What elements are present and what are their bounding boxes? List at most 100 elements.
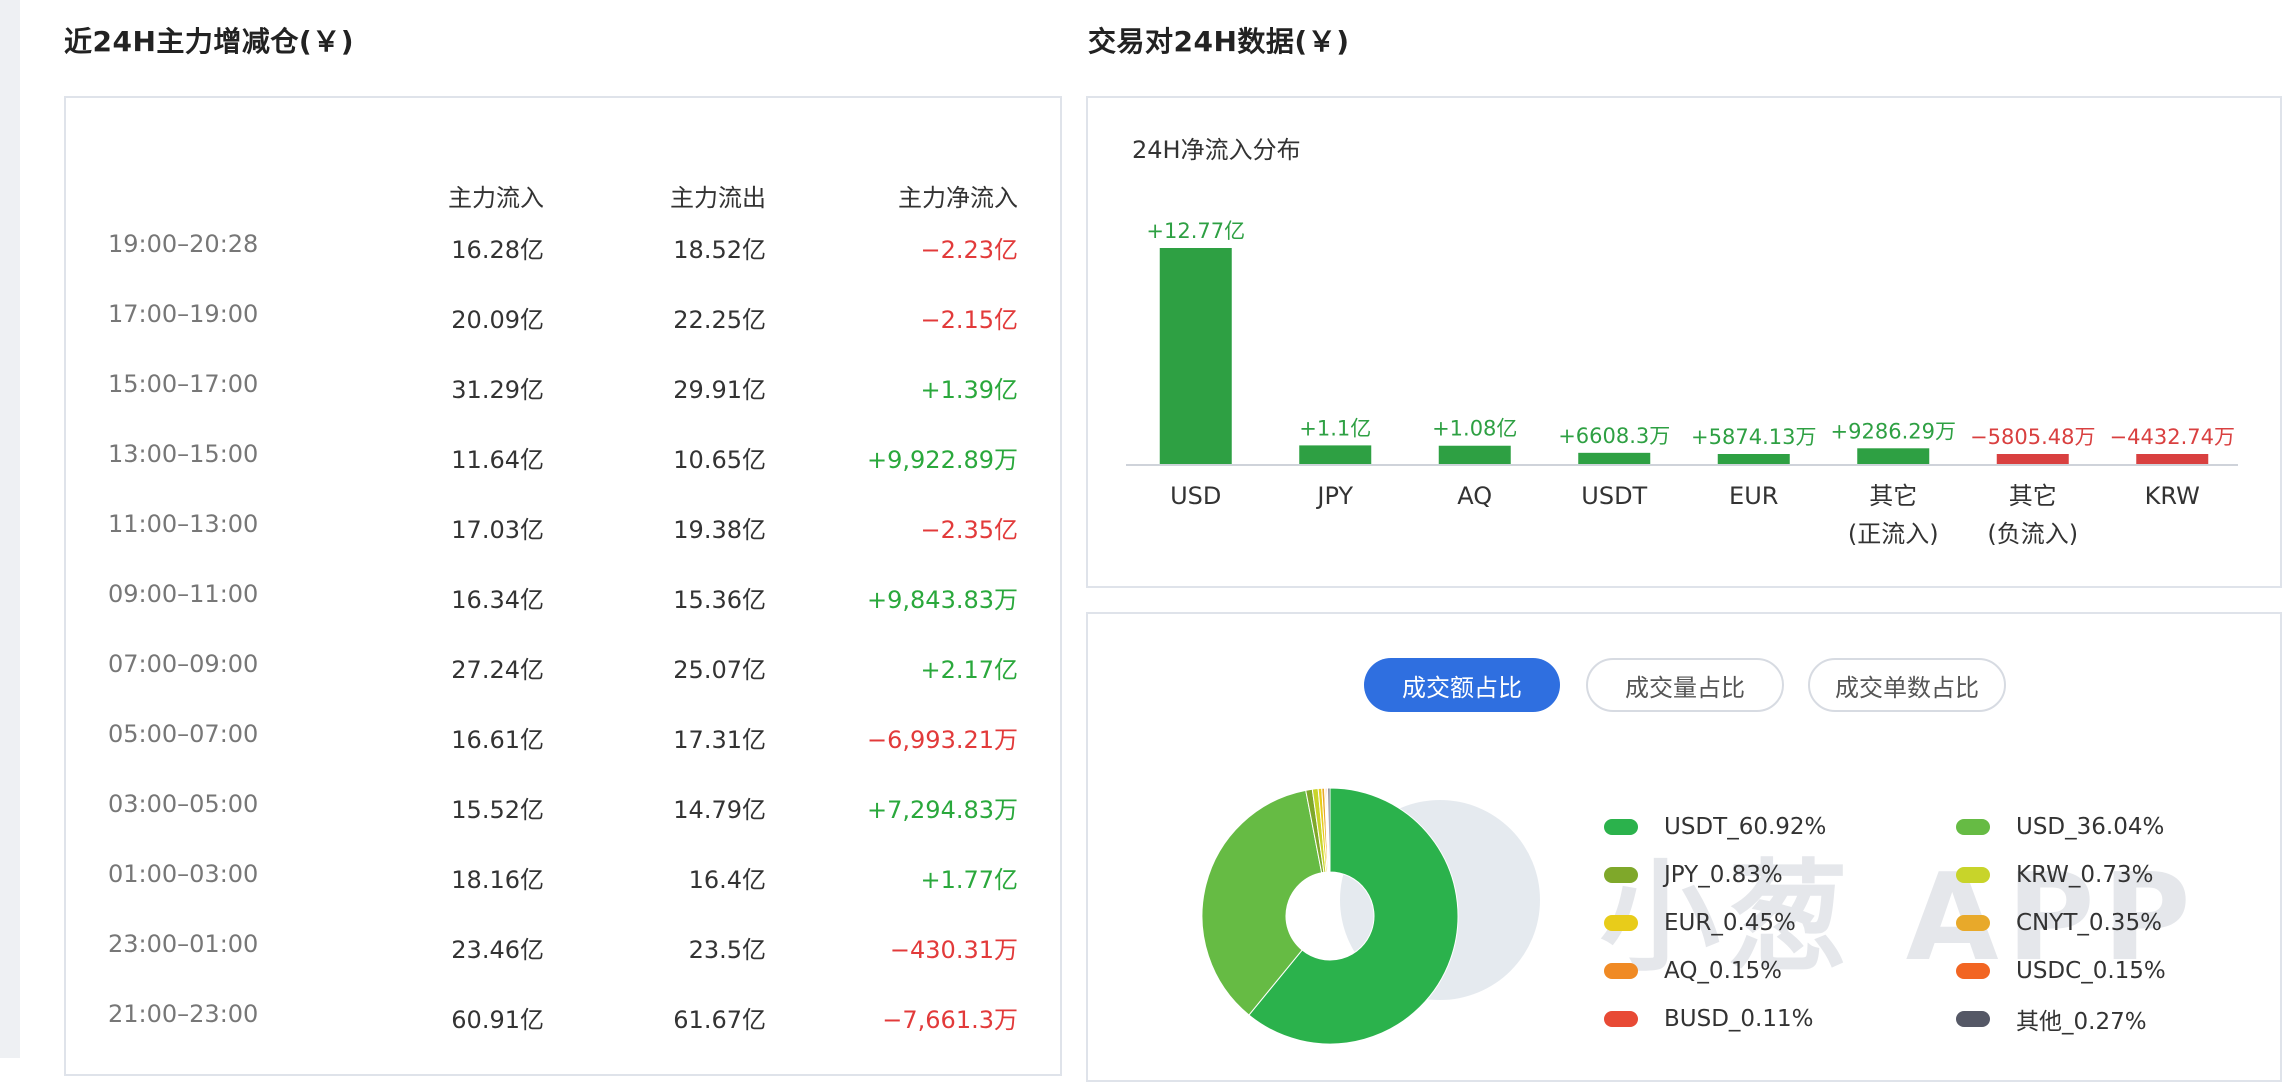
bar-3 <box>1578 452 1651 464</box>
time-range-cell: 01:00–03:00 <box>108 860 259 888</box>
table-row: 21:00–23:00 60.91亿 61.67亿 −7,661.3万 <box>64 1000 1062 1040</box>
bar-6 <box>1996 454 2069 464</box>
outflow-cell: 61.67亿 <box>673 1006 766 1034</box>
net-inflow-cell: −2.15亿 <box>920 306 1018 334</box>
bar-value-label: +5874.13万 <box>1691 425 1816 449</box>
legend-item[interactable]: KRW_0.73% <box>1956 860 2153 890</box>
legend-label: EUR_0.45% <box>1664 910 1796 936</box>
bar-value-label: +12.77亿 <box>1146 219 1245 243</box>
header-outflow: 主力流出 <box>670 184 766 212</box>
table-row: 05:00–07:00 16.61亿 17.31亿 −6,993.21万 <box>64 720 1062 760</box>
category-label: USD <box>1170 482 1221 510</box>
bar-2 <box>1438 445 1511 464</box>
table-row: 19:00–20:28 16.28亿 18.52亿 −2.23亿 <box>64 230 1062 270</box>
table-header: 主力流入 主力流出 主力净流入 <box>64 178 1062 218</box>
legend-swatch <box>1956 867 1990 883</box>
legend-item[interactable]: USDT_60.92% <box>1604 812 1826 842</box>
table-row: 09:00–11:00 16.34亿 15.36亿 +9,843.83万 <box>64 580 1062 620</box>
outflow-cell: 15.36亿 <box>673 586 766 614</box>
time-range-cell: 23:00–01:00 <box>108 930 259 958</box>
legend-item[interactable]: BUSD_0.11% <box>1604 1004 1814 1034</box>
legend-item[interactable]: EUR_0.45% <box>1604 908 1796 938</box>
legend-swatch <box>1956 915 1990 931</box>
net-inflow-cell: +1.77亿 <box>920 866 1018 894</box>
legend-item[interactable]: JPY_0.83% <box>1604 860 1783 890</box>
left-section-title: 近24H主力增减仓(￥) <box>64 25 354 58</box>
time-range-cell: 11:00–13:00 <box>108 510 259 538</box>
legend-item[interactable]: CNYT_0.35% <box>1956 908 2162 938</box>
legend-label: JPY_0.83% <box>1664 862 1783 888</box>
tab-turnover-share[interactable]: 成交额占比 <box>1364 658 1560 712</box>
inflow-cell: 16.34亿 <box>451 586 544 614</box>
table-row: 07:00–09:00 27.24亿 25.07亿 +2.17亿 <box>64 650 1062 690</box>
outflow-cell: 22.25亿 <box>673 306 766 334</box>
time-range-cell: 05:00–07:00 <box>108 720 259 748</box>
table-row: 01:00–03:00 18.16亿 16.4亿 +1.77亿 <box>64 860 1062 900</box>
category-label: (正流入) <box>1848 520 1939 548</box>
legend-swatch <box>1604 915 1638 931</box>
inflow-cell: 18.16亿 <box>451 866 544 894</box>
net-inflow-cell: −2.35亿 <box>920 516 1018 544</box>
table-row: 15:00–17:00 31.29亿 29.91亿 +1.39亿 <box>64 370 1062 410</box>
bar-4 <box>1717 454 1790 464</box>
inflow-cell: 16.28亿 <box>451 236 544 264</box>
time-range-cell: 19:00–20:28 <box>108 230 259 258</box>
category-label: USDT <box>1581 482 1647 510</box>
net-inflow-cell: +2.17亿 <box>920 656 1018 684</box>
outflow-cell: 10.65亿 <box>673 446 766 474</box>
category-label: AQ <box>1457 482 1492 510</box>
legend-swatch <box>1956 963 1990 979</box>
tab-volume-share[interactable]: 成交量占比 <box>1586 658 1784 712</box>
legend-label: AQ_0.15% <box>1664 958 1782 984</box>
legend-item[interactable]: USDC_0.15% <box>1956 956 2166 986</box>
inflow-cell: 16.61亿 <box>451 726 544 754</box>
time-range-cell: 03:00–05:00 <box>108 790 259 818</box>
outflow-cell: 23.5亿 <box>688 936 766 964</box>
legend-swatch <box>1604 963 1638 979</box>
header-inflow: 主力流入 <box>448 184 544 212</box>
bar-value-label: +6608.3万 <box>1558 424 1670 448</box>
legend-item[interactable]: AQ_0.15% <box>1604 956 1782 986</box>
inflow-cell: 31.29亿 <box>451 376 544 404</box>
legend-item[interactable]: 其他_0.27% <box>1956 1004 2147 1035</box>
table-row: 17:00–19:00 20.09亿 22.25亿 −2.15亿 <box>64 300 1062 340</box>
inflow-cell: 11.64亿 <box>451 446 544 474</box>
category-label: 其它 <box>2009 482 2057 510</box>
bar-value-label: −4432.74万 <box>2110 425 2235 449</box>
share-donut-chart <box>1201 787 1459 1045</box>
legend-label: USDT_60.92% <box>1664 814 1827 840</box>
outflow-cell: 29.91亿 <box>673 376 766 404</box>
outflow-cell: 14.79亿 <box>673 796 766 824</box>
tab-order-count-share[interactable]: 成交单数占比 <box>1808 658 2006 712</box>
time-range-cell: 09:00–11:00 <box>108 580 259 608</box>
net-inflow-cell: +1.39亿 <box>920 376 1018 404</box>
table-row: 03:00–05:00 15.52亿 14.79亿 +7,294.83万 <box>64 790 1062 830</box>
category-label: (负流入) <box>1987 520 2078 548</box>
time-range-cell: 07:00–09:00 <box>108 650 259 678</box>
time-range-cell: 15:00–17:00 <box>108 370 259 398</box>
inflow-cell: 17.03亿 <box>451 516 544 544</box>
legend-label: USD_36.04% <box>2016 814 2165 840</box>
category-label: KRW <box>2145 482 2200 510</box>
bar-1 <box>1299 445 1372 464</box>
bar-value-label: +1.08亿 <box>1432 417 1517 441</box>
legend-label: BUSD_0.11% <box>1664 1006 1814 1032</box>
legend-swatch <box>1604 819 1638 835</box>
net-inflow-cell: +9,843.83万 <box>867 586 1018 614</box>
outflow-cell: 25.07亿 <box>673 656 766 684</box>
legend-label: 其他_0.27% <box>2016 1009 2147 1035</box>
inflow-cell: 20.09亿 <box>451 306 544 334</box>
right-section-title: 交易对24H数据(￥) <box>1088 25 1350 58</box>
legend-swatch <box>1956 1011 1990 1027</box>
outflow-cell: 18.52亿 <box>673 236 766 264</box>
time-range-cell: 17:00–19:00 <box>108 300 259 328</box>
legend-item[interactable]: USD_36.04% <box>1956 812 2164 842</box>
inflow-cell: 27.24亿 <box>451 656 544 684</box>
table-row: 13:00–15:00 11.64亿 10.65亿 +9,922.89万 <box>64 440 1062 480</box>
category-label: 其它 <box>1869 482 1917 510</box>
legend-label: CNYT_0.35% <box>2016 910 2162 936</box>
bar-value-label: +9286.29万 <box>1831 419 1956 443</box>
category-label: JPY <box>1315 482 1353 510</box>
bar-value-label: +1.1亿 <box>1299 416 1371 440</box>
bar-5 <box>1857 448 1930 464</box>
